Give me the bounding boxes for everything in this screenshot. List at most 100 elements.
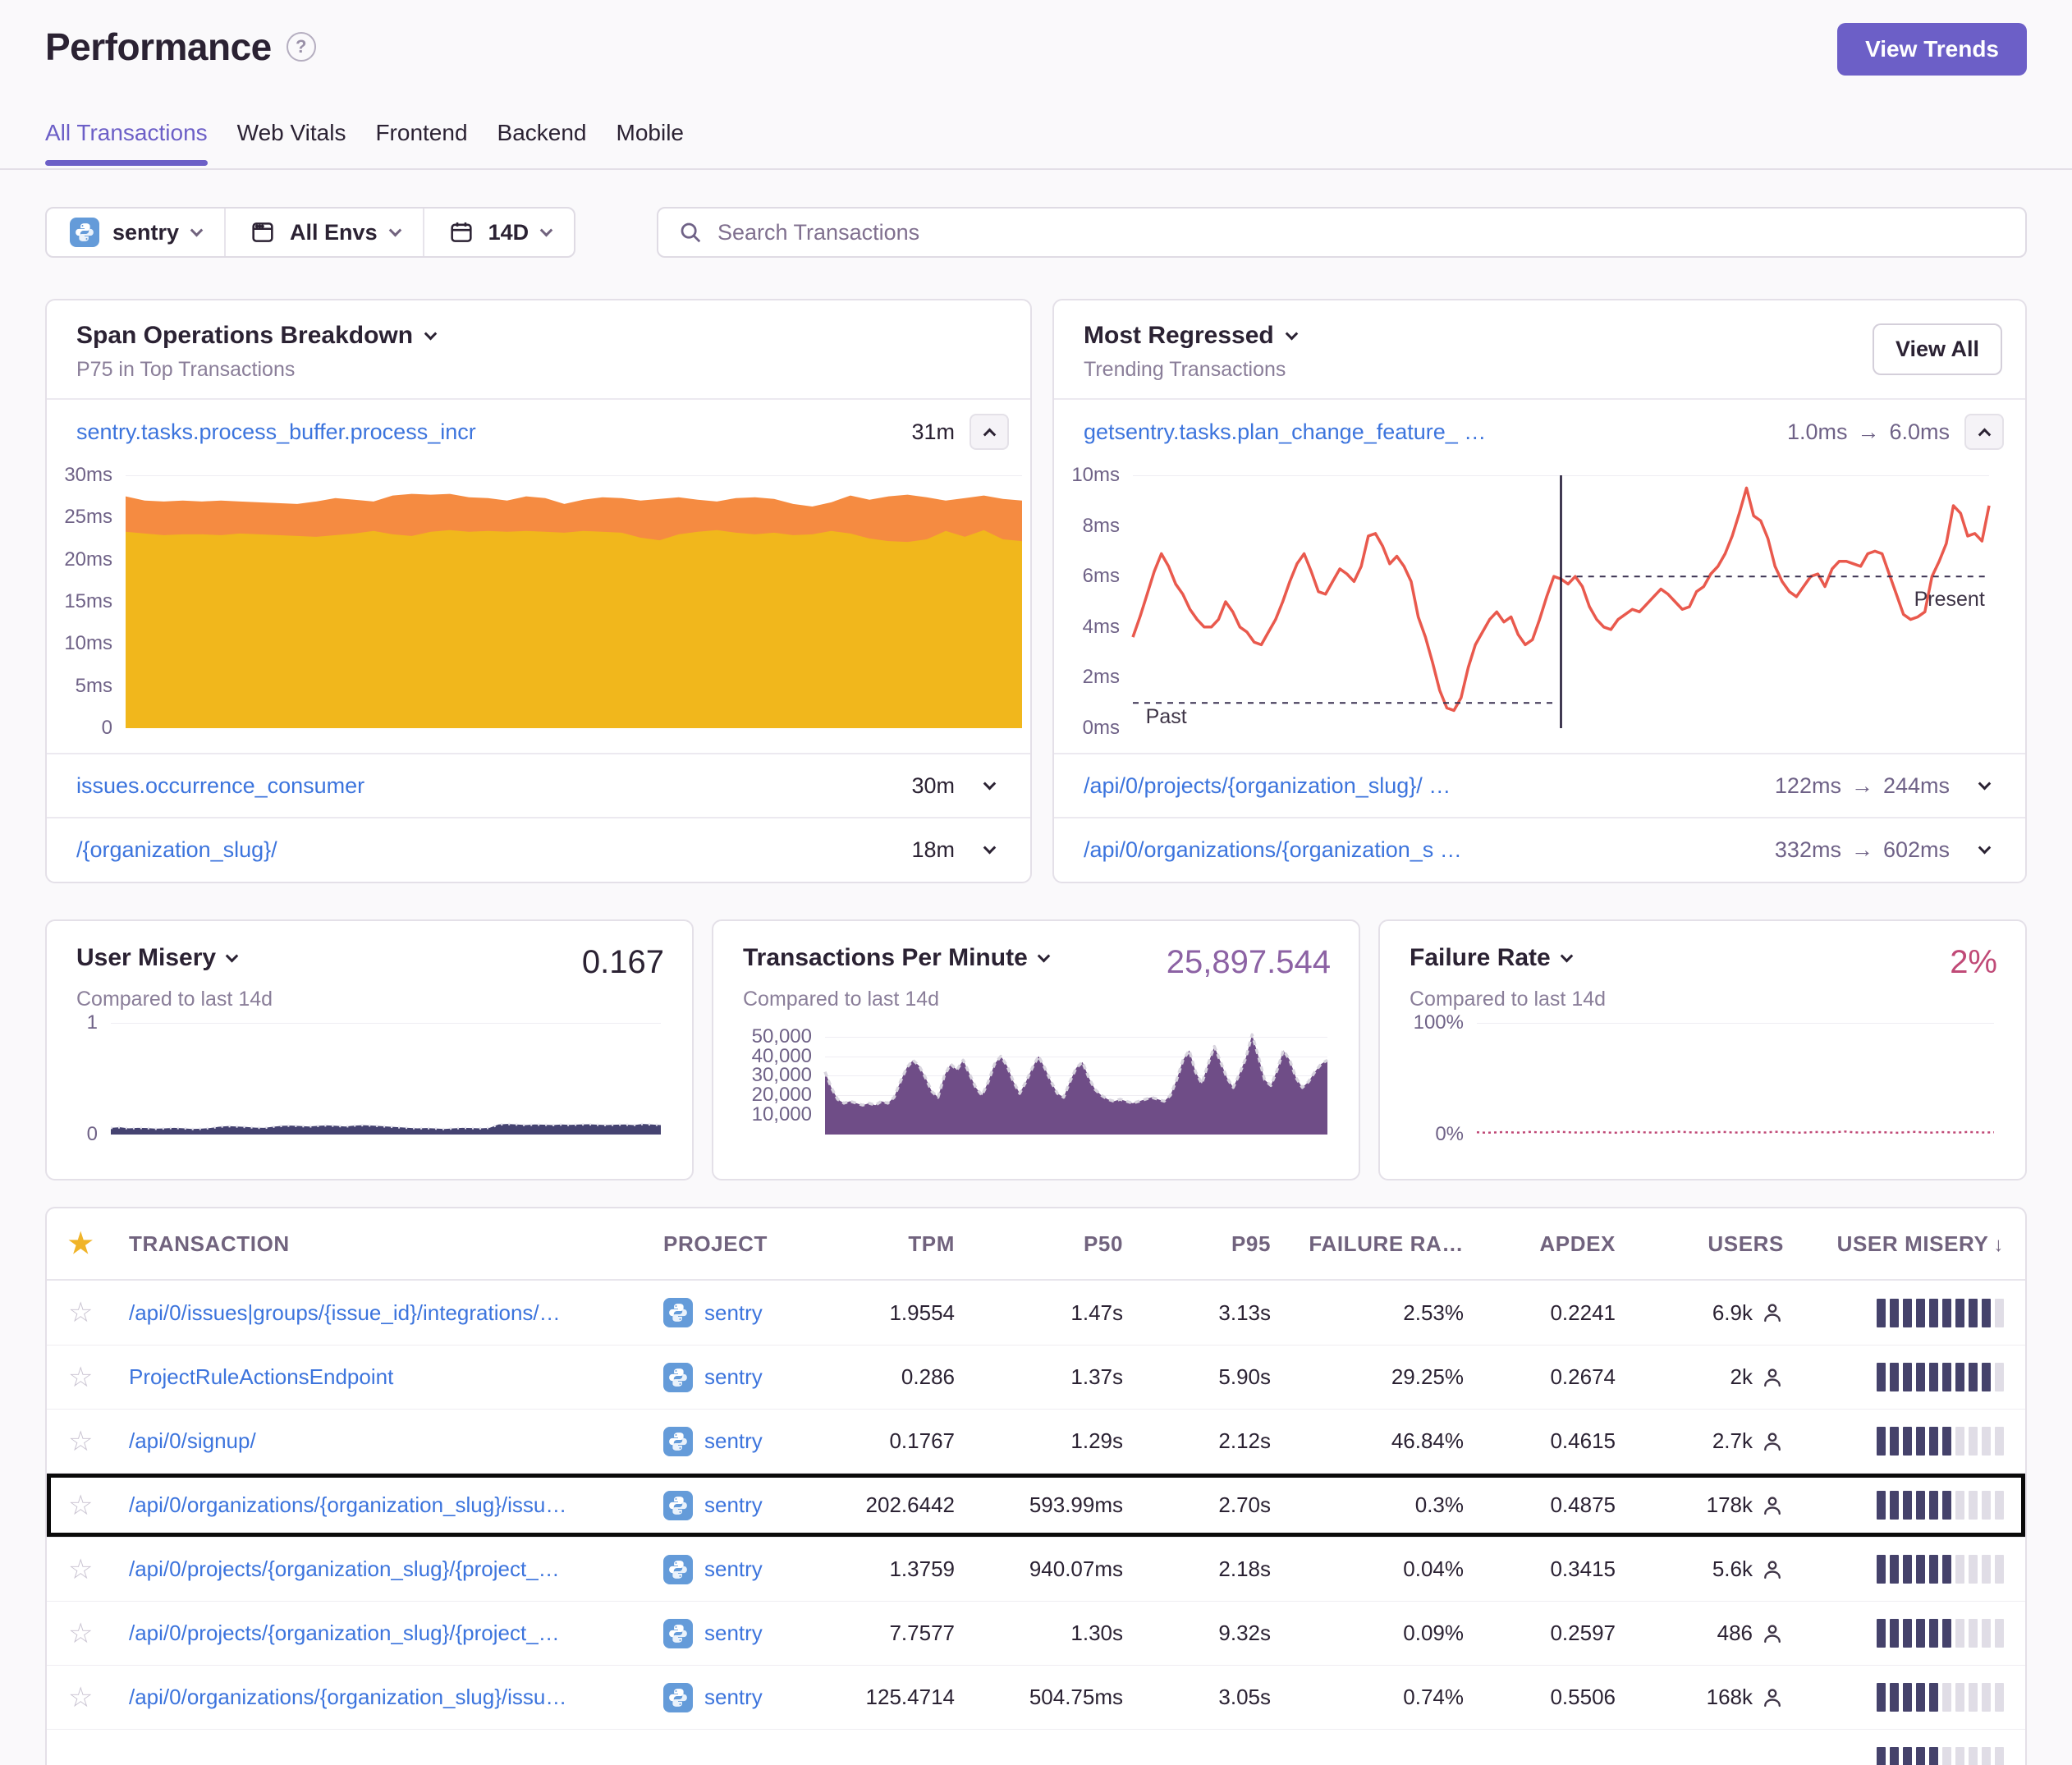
span-op-link[interactable]: issues.occurrence_consumer [76, 773, 896, 799]
table-row[interactable]: ☆/api/0/organizations/{organization_slug… [47, 1473, 2025, 1537]
transaction-link[interactable]: /api/0/organizations/{organization_slug}… [129, 1685, 663, 1710]
user-misery-title-dropdown[interactable]: User Misery [76, 944, 236, 972]
python-project-icon [663, 1619, 693, 1648]
apdex-value: 0.3415 [1464, 1556, 1616, 1582]
expand-button[interactable] [970, 832, 1009, 868]
regressed-transaction-link[interactable]: getsentry.tasks.plan_change_feature_ … [1084, 419, 1772, 445]
users-value: 5.6k [1712, 1556, 1753, 1582]
row-star-icon[interactable]: ☆ [68, 1681, 129, 1714]
column-header-p50[interactable]: P50 [955, 1231, 1123, 1257]
project-link[interactable]: sentry [704, 1300, 763, 1326]
help-icon[interactable]: ? [287, 32, 316, 62]
row-star-icon[interactable]: ☆ [68, 1553, 129, 1586]
column-header-apdex[interactable]: APDEX [1464, 1231, 1616, 1257]
chevron-down-icon [190, 223, 204, 236]
apdex-value: 0.2674 [1464, 1364, 1616, 1390]
p50-value: 593.99ms [955, 1492, 1123, 1518]
users-value: 2.7k [1712, 1428, 1753, 1454]
table-row[interactable]: ☆/api/0/projects/{organization_slug}/{pr… [47, 1537, 2025, 1601]
project-link[interactable]: sentry [704, 1364, 763, 1390]
table-row[interactable]: ☆ProjectRuleActionsEndpointsentry0.2861.… [47, 1345, 2025, 1409]
apdex-value: 0.2241 [1464, 1300, 1616, 1326]
most-regressed-title-dropdown[interactable]: Most Regressed [1084, 322, 1996, 350]
misery-bar [1916, 1427, 1925, 1456]
chevron-up-icon [983, 428, 996, 441]
misery-bar [1877, 1747, 1886, 1765]
view-trends-button[interactable]: View Trends [1837, 23, 2027, 76]
environment-filter[interactable]: All Envs [224, 209, 423, 256]
tab-frontend[interactable]: Frontend [375, 120, 467, 166]
column-header-p95[interactable]: P95 [1123, 1231, 1271, 1257]
project-link[interactable]: sentry [704, 1428, 763, 1454]
span-op-link[interactable]: sentry.tasks.process_buffer.process_incr [76, 419, 896, 445]
misery-bar [1955, 1747, 1964, 1765]
column-header-tpm[interactable]: TPM [832, 1231, 955, 1257]
row-star-icon[interactable]: ☆ [68, 1361, 129, 1394]
misery-bar [1890, 1299, 1899, 1327]
failure-rate-value: 29.25% [1271, 1364, 1464, 1390]
apdex-value: 0.4615 [1464, 1428, 1616, 1454]
misery-bar [1969, 1363, 1978, 1391]
transaction-link[interactable]: ProjectRuleActionsEndpoint [129, 1364, 663, 1390]
tab-backend[interactable]: Backend [497, 120, 587, 166]
tab-web-vitals[interactable]: Web Vitals [237, 120, 346, 166]
row-star-icon[interactable]: ☆ [68, 1489, 129, 1522]
chevron-down-icon [424, 327, 438, 340]
transaction-link[interactable]: /api/0/projects/{organization_slug}/{pro… [129, 1621, 663, 1646]
transaction-link[interactable]: /api/0/signup/ [129, 1428, 663, 1454]
expand-button[interactable] [970, 768, 1009, 804]
column-header-failure-rate[interactable]: FAILURE RA… [1271, 1231, 1464, 1257]
failure-rate-title-dropdown[interactable]: Failure Rate [1410, 944, 1571, 972]
misery-bar [1903, 1491, 1912, 1520]
misery-bar [1903, 1619, 1912, 1648]
expand-button[interactable] [1964, 768, 2004, 804]
collapse-button[interactable] [1964, 414, 2004, 450]
misery-bar [1877, 1299, 1886, 1327]
row-star-icon[interactable]: ☆ [68, 1617, 129, 1650]
date-range-filter[interactable]: 14D [423, 209, 575, 256]
collapse-button[interactable] [970, 414, 1009, 450]
column-header-project[interactable]: PROJECT [663, 1231, 832, 1257]
table-row[interactable]: ☆/api/0/issues|groups/{issue_id}/integra… [47, 1281, 2025, 1345]
users-cell: 2k [1616, 1364, 1784, 1390]
table-row[interactable]: ☆/api/0/organizations/{organization_slug… [47, 1665, 2025, 1729]
span-op-value: 31m [911, 419, 955, 445]
column-header-users[interactable]: USERS [1616, 1231, 1784, 1257]
search-transactions-input[interactable]: Search Transactions [657, 207, 2027, 258]
span-ops-title-dropdown[interactable]: Span Operations Breakdown [76, 322, 1001, 350]
tab-all-transactions[interactable]: All Transactions [45, 120, 208, 166]
transaction-link[interactable]: /api/0/projects/{organization_slug}/{pro… [129, 1556, 663, 1582]
row-star-icon[interactable]: ☆ [68, 1425, 129, 1458]
project-link[interactable]: sentry [704, 1492, 763, 1518]
regressed-transaction-link[interactable]: /api/0/projects/{organization_slug}/ … [1084, 773, 1760, 799]
panel-title: Failure Rate [1410, 944, 1551, 972]
regressed-transaction-link[interactable]: /api/0/organizations/{organization_s … [1084, 837, 1760, 863]
failure-rate-value: 0.09% [1271, 1621, 1464, 1646]
transactions-table: ★ TRANSACTION PROJECT TPM P50 P95 FAILUR… [45, 1207, 2027, 1765]
chevron-down-icon [1978, 841, 1991, 854]
misery-bar [1982, 1491, 1991, 1520]
tpm-value: 1.3759 [832, 1556, 955, 1582]
project-link[interactable]: sentry [704, 1556, 763, 1582]
expand-button[interactable] [1964, 832, 2004, 868]
misery-bar [1890, 1619, 1899, 1648]
transaction-link[interactable]: /api/0/organizations/{organization_slug}… [129, 1492, 663, 1518]
misery-bar [1995, 1619, 2004, 1648]
tab-mobile[interactable]: Mobile [617, 120, 684, 166]
view-all-button[interactable]: View All [1873, 323, 2002, 375]
table-row[interactable] [47, 1729, 2025, 1765]
column-header-transaction[interactable]: TRANSACTION [129, 1231, 663, 1257]
table-row[interactable]: ☆/api/0/signup/sentry0.17671.29s2.12s46.… [47, 1409, 2025, 1473]
column-header-user-misery[interactable]: USER MISERY↓ [1784, 1231, 2004, 1257]
span-op-link[interactable]: /{organization_slug}/ [76, 837, 896, 863]
misery-bar [1916, 1363, 1925, 1391]
table-row[interactable]: ☆/api/0/projects/{organization_slug}/{pr… [47, 1601, 2025, 1665]
project-filter[interactable]: sentry [47, 209, 224, 256]
misery-bar [1955, 1619, 1964, 1648]
transaction-link[interactable]: /api/0/issues|groups/{issue_id}/integrat… [129, 1300, 663, 1326]
project-link[interactable]: sentry [704, 1685, 763, 1710]
project-link[interactable]: sentry [704, 1621, 763, 1646]
row-star-icon[interactable]: ☆ [68, 1296, 129, 1329]
tpm-title-dropdown[interactable]: Transactions Per Minute [743, 944, 1048, 972]
project-cell: sentry [663, 1491, 832, 1520]
